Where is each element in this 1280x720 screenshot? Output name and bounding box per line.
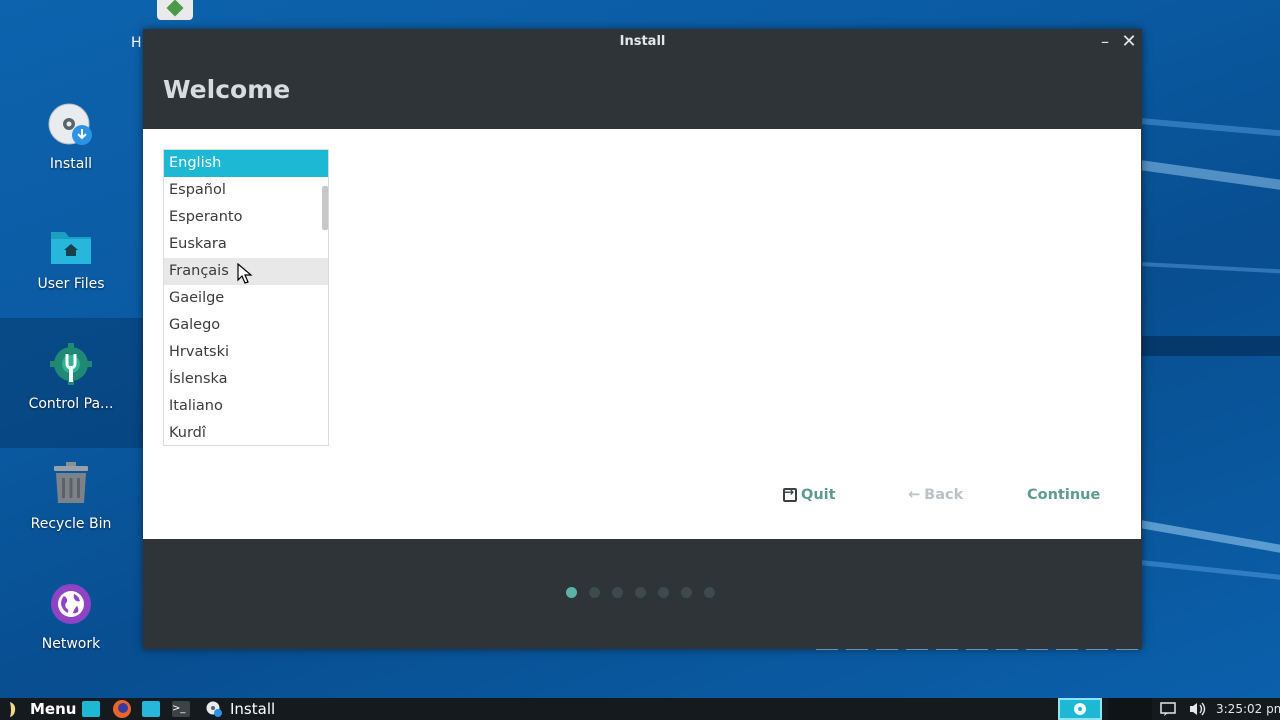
window-titlebar[interactable]: Install – ✕ bbox=[143, 29, 1142, 55]
clock[interactable]: 3:25:02 pm bbox=[1216, 702, 1280, 716]
quit-button[interactable]: Quit bbox=[783, 485, 836, 503]
language-item[interactable]: Íslenska bbox=[164, 366, 328, 393]
taskbar-task-install[interactable]: Install bbox=[206, 698, 275, 720]
page-header: Welcome bbox=[143, 55, 1142, 129]
desktop-icon-user-files[interactable]: User Files bbox=[16, 222, 126, 292]
language-item[interactable]: Hrvatski bbox=[164, 339, 328, 366]
partial-desktop-label: H bbox=[131, 35, 142, 51]
terminal-launcher[interactable]: >_ bbox=[172, 698, 190, 720]
step-indicator bbox=[612, 587, 623, 598]
control-panel-gear-icon bbox=[47, 342, 95, 390]
desktop-icon-control-panel[interactable]: Control Pa... bbox=[16, 342, 126, 412]
arrow-left-icon: ← bbox=[908, 487, 921, 503]
tray-spacer bbox=[1108, 698, 1152, 720]
wallpaper-light-beam bbox=[1139, 160, 1280, 198]
wallpaper-light-beam bbox=[1139, 560, 1280, 586]
continue-label: Continue bbox=[1027, 487, 1101, 503]
mouse-pointer-icon bbox=[237, 263, 253, 284]
firefox-launcher[interactable] bbox=[112, 698, 132, 720]
start-menu-button[interactable]: Menu bbox=[6, 698, 76, 720]
install-disc-icon bbox=[206, 701, 222, 717]
message-icon bbox=[1160, 702, 1176, 716]
minimize-button[interactable]: – bbox=[1095, 32, 1115, 52]
desktop-icon bbox=[82, 701, 100, 717]
volume-button[interactable] bbox=[1188, 698, 1206, 720]
step-indicator bbox=[704, 587, 715, 598]
language-list[interactable]: English Español Esperanto Euskara França… bbox=[163, 149, 329, 446]
language-item[interactable]: Italiano bbox=[164, 393, 328, 420]
menu-label: Menu bbox=[30, 700, 77, 718]
language-item[interactable]: Gaeilge bbox=[164, 285, 328, 312]
language-item[interactable]: Esperanto bbox=[164, 204, 328, 231]
step-indicator bbox=[658, 587, 669, 598]
app-menu-icon bbox=[10, 702, 16, 717]
language-item[interactable]: Kurdî bbox=[164, 420, 328, 445]
trash-bin-icon bbox=[47, 462, 95, 510]
home-folder-icon bbox=[47, 222, 95, 270]
file-manager-launcher[interactable] bbox=[142, 698, 160, 720]
desktop-icon-network[interactable]: Network bbox=[16, 582, 126, 652]
welcome-panel: English Español Esperanto Euskara França… bbox=[143, 129, 1141, 539]
wallpaper-light-beam bbox=[1139, 118, 1280, 144]
continue-button[interactable]: Continue bbox=[1027, 487, 1100, 503]
language-item[interactable]: Galego bbox=[164, 312, 328, 339]
desktop-icon-install[interactable]: Install bbox=[16, 102, 126, 172]
tray-update-indicator[interactable] bbox=[1058, 698, 1102, 720]
wallpaper-dark-band bbox=[1140, 336, 1280, 356]
wallpaper-light-beam bbox=[1139, 262, 1280, 275]
step-indicator bbox=[566, 587, 577, 598]
language-list-scrollbar[interactable] bbox=[322, 186, 328, 230]
back-label: Back bbox=[924, 487, 964, 503]
show-desktop-launcher[interactable] bbox=[82, 698, 100, 720]
language-item[interactable]: Euskara bbox=[164, 231, 328, 258]
installer-window: Install – ✕ Welcome English Español Espe… bbox=[143, 29, 1142, 649]
notifications-button[interactable] bbox=[1160, 698, 1176, 720]
close-button[interactable]: ✕ bbox=[1119, 32, 1139, 52]
language-item[interactable]: English bbox=[164, 150, 328, 177]
globe-icon bbox=[47, 582, 95, 630]
task-label: Install bbox=[230, 700, 276, 718]
language-item[interactable]: Español bbox=[164, 177, 328, 204]
wallpaper-light-beam bbox=[1139, 520, 1280, 563]
quit-label: Quit bbox=[801, 487, 836, 503]
exit-icon bbox=[783, 485, 797, 502]
update-icon bbox=[1074, 703, 1086, 715]
firefox-icon bbox=[113, 700, 131, 718]
progress-steps bbox=[566, 587, 715, 598]
step-indicator bbox=[635, 587, 646, 598]
terminal-icon: >_ bbox=[172, 701, 190, 717]
step-indicator bbox=[681, 587, 692, 598]
folder-icon bbox=[142, 701, 160, 717]
partial-desktop-icon[interactable] bbox=[157, 0, 193, 20]
page-title: Welcome bbox=[163, 75, 291, 104]
taskbar: Menu >_ Install 3:25:02 pm bbox=[0, 698, 1280, 720]
window-title: Install bbox=[619, 34, 666, 49]
desktop-icon-recycle-bin[interactable]: Recycle Bin bbox=[16, 462, 126, 532]
back-button[interactable]: ← Back bbox=[908, 487, 963, 503]
speaker-icon bbox=[1190, 702, 1206, 716]
step-indicator bbox=[589, 587, 600, 598]
install-disc-icon bbox=[47, 102, 95, 150]
